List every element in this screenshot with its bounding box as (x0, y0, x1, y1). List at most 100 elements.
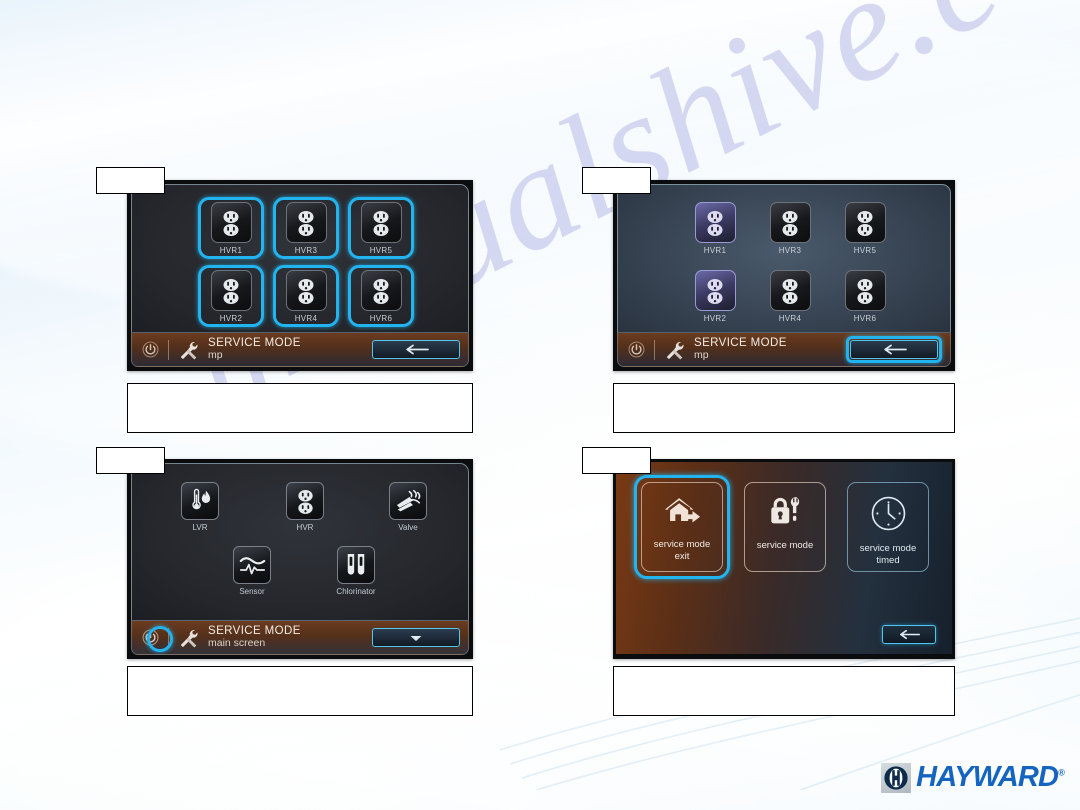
tile-hvr1[interactable]: HVR1 (200, 202, 262, 255)
tile-label: HVR6 (369, 314, 393, 323)
outlet-icon (360, 270, 402, 311)
arrow-left-icon (406, 344, 429, 355)
waveform-icon-glyph (239, 556, 265, 574)
outlet-icon-glyph (782, 278, 798, 304)
tile-label: HVR1 (219, 246, 243, 255)
valve-icon (389, 482, 427, 520)
note-box-3 (127, 666, 473, 716)
outlet-icon-glyph (297, 489, 313, 514)
callout-tab-2 (582, 167, 651, 194)
tile-label: HVR2 (219, 314, 243, 323)
back-button-4[interactable] (882, 625, 936, 644)
tile-hvr2[interactable]: HVR2 (200, 270, 262, 323)
power-icon[interactable] (626, 340, 646, 360)
outlet-icon-glyph (707, 210, 723, 236)
status-text-group-2: SERVICE MODE mp (694, 337, 787, 362)
tile-chlorinator[interactable]: Chlorinator (324, 546, 388, 596)
outlet-icon (844, 270, 886, 311)
tile-label: HVR4 (294, 314, 318, 323)
tile-label: HVR (296, 523, 314, 532)
outlet-icon-glyph (298, 278, 314, 304)
tile-hvr5[interactable]: HVR5 (834, 202, 896, 255)
outlet-icon-glyph (782, 210, 798, 236)
house-exit-icon-glyph (664, 498, 701, 523)
hayward-badge-glyph (884, 765, 908, 790)
power-icon-glyph (142, 341, 158, 358)
tools-icon-glyph (180, 341, 198, 360)
tile-hvr1[interactable]: HVR1 (684, 202, 746, 255)
card-service-mode-timed[interactable]: service mode timed (847, 482, 929, 572)
tile-hvr6[interactable]: HVR6 (834, 270, 896, 323)
hayward-wordmark: HAYWARD® (916, 761, 1065, 794)
tile-label: HVR4 (778, 314, 802, 323)
outlet-icon (210, 202, 252, 243)
tile-hvr4[interactable]: HVR4 (275, 270, 337, 323)
screen-3: LVR HVR Valve Sensor Chlorinator SERVICE… (131, 463, 469, 655)
tile-lvr[interactable]: LVR (168, 482, 232, 532)
tile-hvr4[interactable]: HVR4 (759, 270, 821, 323)
tile-valve[interactable]: Valve (376, 482, 440, 532)
tile-hvr3[interactable]: HVR3 (759, 202, 821, 255)
callout-tab-3 (96, 447, 165, 474)
tools-icon-glyph (180, 629, 198, 648)
device-screen-1: HVR1 HVR3 HVR5 HVR2 HVR4 HVR6 SERVICE MO… (127, 180, 473, 371)
card-service-mode[interactable]: service mode (744, 482, 826, 572)
figure-hvr-one-selected: HVR1 HVR3 HVR5 HVR2 HVR4 HVR6 SERVICE MO… (613, 180, 955, 371)
status-bar-1: SERVICE MODE mp (131, 332, 469, 367)
outlet-icon-glyph (298, 210, 314, 236)
waveform-icon (233, 546, 271, 584)
bar-divider (168, 339, 169, 360)
figure-service-main: LVR HVR Valve Sensor Chlorinator SERVICE… (127, 459, 473, 659)
tile-hvr2[interactable]: HVR2 (684, 270, 746, 323)
outlet-icon-glyph (223, 278, 239, 304)
test-tubes-icon (337, 546, 375, 584)
status-bar-3: SERVICE MODE main screen (131, 620, 469, 655)
thermometer-flame-icon-glyph (192, 488, 211, 510)
screen-body-1: HVR1 HVR3 HVR5 HVR2 HVR4 HVR6 (131, 184, 469, 332)
tile-label: Sensor (239, 587, 265, 596)
hayward-badge-icon (881, 762, 912, 793)
tile-hvr6[interactable]: HVR6 (350, 270, 412, 323)
outlet-icon (769, 202, 811, 243)
highlight-circle-power-button (147, 626, 173, 652)
hvr-tile-grid-2: HVR1 HVR3 HVR5 HVR2 HVR4 HVR6 (618, 185, 950, 332)
page-root: manualshive.com (0, 0, 1080, 810)
tile-label: HVR3 (294, 246, 318, 255)
registered-mark: ® (1058, 767, 1065, 778)
card-label: service mode timed (859, 543, 917, 566)
note-box-2 (613, 383, 955, 433)
outlet-icon-glyph (857, 278, 873, 304)
outlet-icon-glyph (223, 210, 239, 236)
tools-icon (663, 339, 687, 361)
scroll-down-button[interactable] (372, 628, 460, 647)
thermometer-flame-icon (181, 482, 219, 520)
tile-sensor[interactable]: Sensor (220, 546, 284, 596)
card-label: service mode (756, 540, 814, 551)
power-icon[interactable] (140, 340, 160, 360)
tile-label: HVR6 (853, 314, 877, 323)
tile-label: LVR (192, 523, 208, 532)
lock-wrench-icon (766, 495, 804, 534)
card-label: service mode exit (653, 539, 711, 562)
power-icon-glyph (628, 341, 644, 358)
outlet-icon (285, 270, 327, 311)
outlet-icon (844, 202, 886, 243)
tile-hvr[interactable]: HVR (273, 482, 337, 532)
arrow-down-icon (410, 635, 422, 641)
screen-4: service mode exit service mode service m… (616, 462, 952, 656)
status-subtitle: mp (694, 349, 709, 362)
back-button-1[interactable] (372, 340, 460, 359)
tile-hvr3[interactable]: HVR3 (275, 202, 337, 255)
status-subtitle: mp (208, 349, 223, 362)
valve-icon-glyph (396, 489, 420, 511)
callout-tab-4 (582, 447, 651, 474)
outlet-icon (694, 270, 736, 311)
screen-body-2: HVR1 HVR3 HVR5 HVR2 HVR4 HVR6 (617, 184, 951, 332)
service-tile-grid: LVR HVR Valve Sensor Chlorinator (132, 464, 468, 620)
tile-label: Chlorinator (336, 587, 376, 596)
outlet-icon (286, 482, 324, 520)
clock-icon-glyph (871, 496, 905, 531)
tile-hvr5[interactable]: HVR5 (350, 202, 412, 255)
screen-1: HVR1 HVR3 HVR5 HVR2 HVR4 HVR6 SERVICE MO… (131, 184, 469, 367)
card-service-mode-exit[interactable]: service mode exit (641, 482, 723, 572)
